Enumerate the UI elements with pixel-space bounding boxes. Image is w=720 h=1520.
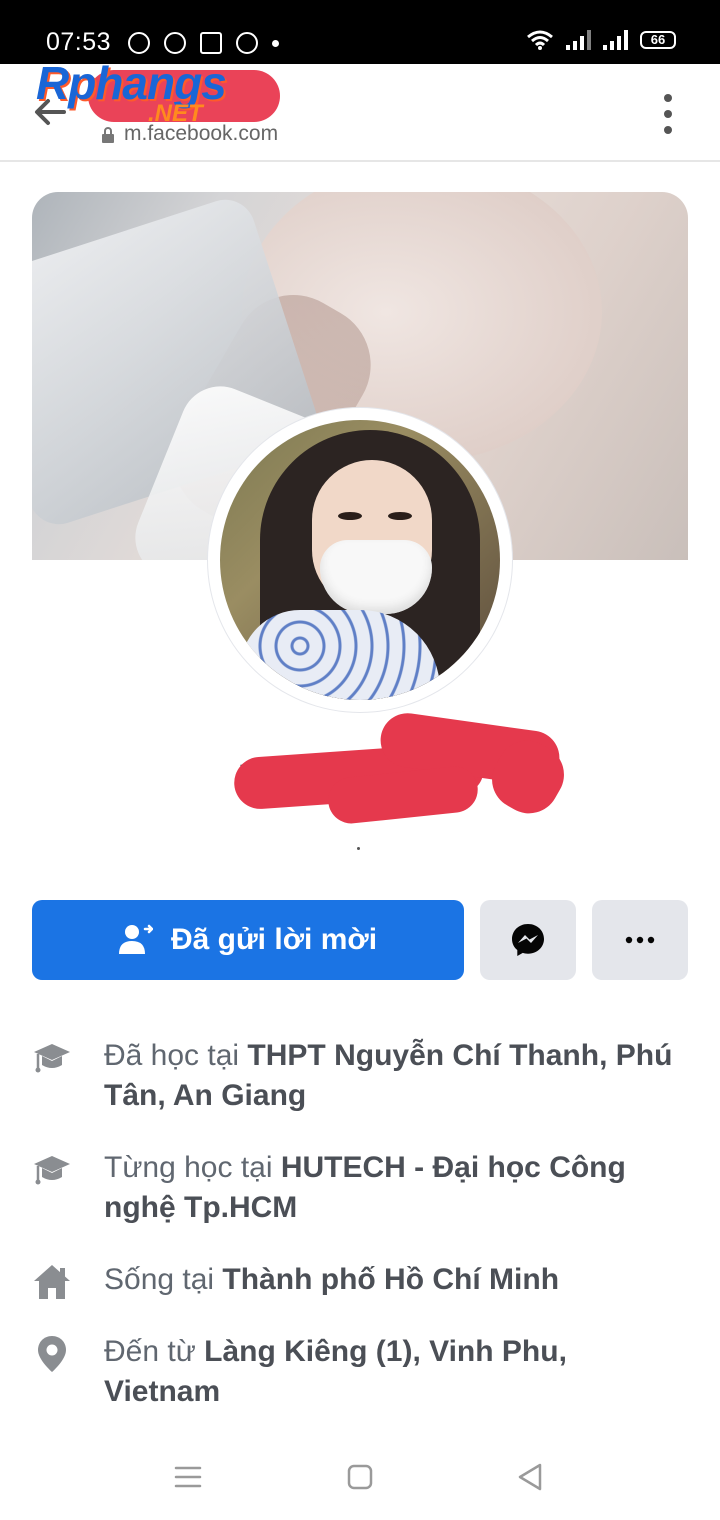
notification-icons <box>128 32 279 54</box>
messenger-icon <box>512 924 544 956</box>
info-text: Từng học tại HUTECH - Đại học Công nghệ … <box>104 1148 684 1228</box>
more-notifications-dot <box>272 40 279 47</box>
more-options-button[interactable] <box>592 900 688 980</box>
info-prefix: Đã học tại <box>104 1039 248 1072</box>
home-button-icon[interactable] <box>346 1460 374 1494</box>
info-text: Đã học tại THPT Nguyễn Chí Thanh, Phú Tâ… <box>104 1036 684 1116</box>
signal-icon <box>603 30 628 50</box>
location-pin-icon <box>38 1336 66 1372</box>
add-friend-icon <box>118 924 153 954</box>
chrome-icon <box>128 32 150 54</box>
system-navigation-bar <box>0 1440 720 1520</box>
menu-dot <box>664 94 672 102</box>
watermark-suffix: .NET <box>148 100 203 127</box>
graduation-cap-icon <box>34 1156 70 1185</box>
profile-picture-frame[interactable] <box>208 408 512 712</box>
friend-request-label: Đã gửi lời mời <box>170 923 378 956</box>
system-icons: 66 <box>526 30 676 50</box>
messenger-button[interactable] <box>480 900 576 980</box>
signal-icon <box>566 30 591 50</box>
info-text: Đến từ Làng Kiêng (1), Vinh Phu, Vietnam <box>104 1332 684 1412</box>
info-prefix: Sống tại <box>104 1263 223 1296</box>
menu-dot <box>664 110 672 118</box>
wifi-icon <box>527 30 553 50</box>
status-bar: 07:53 66 <box>0 0 720 64</box>
info-text: Sống tại Thành phố Hồ Chí Minh <box>104 1260 684 1300</box>
info-value[interactable]: Thành phố Hồ Chí Minh <box>222 1263 559 1296</box>
gmail-icon <box>200 32 222 54</box>
watermark-logo: Rphangs .NET <box>36 56 296 130</box>
back-triangle-icon[interactable] <box>516 1460 544 1494</box>
menu-dot <box>664 126 672 134</box>
graduation-cap-icon <box>34 1044 70 1073</box>
profile-name: E H <box>232 709 575 826</box>
telegram-icon <box>164 32 186 54</box>
home-icon <box>34 1265 70 1299</box>
messenger-icon <box>236 32 258 54</box>
friend-request-sent-button[interactable]: Đã gửi lời mời <box>32 900 464 980</box>
battery-icon: 66 <box>640 31 676 49</box>
info-prefix: Đến từ <box>104 1335 205 1368</box>
profile-actions: Đã gửi lời mời <box>32 900 688 980</box>
more-icon <box>625 936 655 944</box>
recents-menu-icon[interactable] <box>174 1460 202 1494</box>
browser-menu-button[interactable] <box>656 94 680 134</box>
status-time: 07:53 <box>46 28 112 56</box>
info-prefix: Từng học tại <box>104 1151 281 1184</box>
avatar[interactable] <box>220 420 500 700</box>
bio-placeholder-dot <box>357 847 360 850</box>
